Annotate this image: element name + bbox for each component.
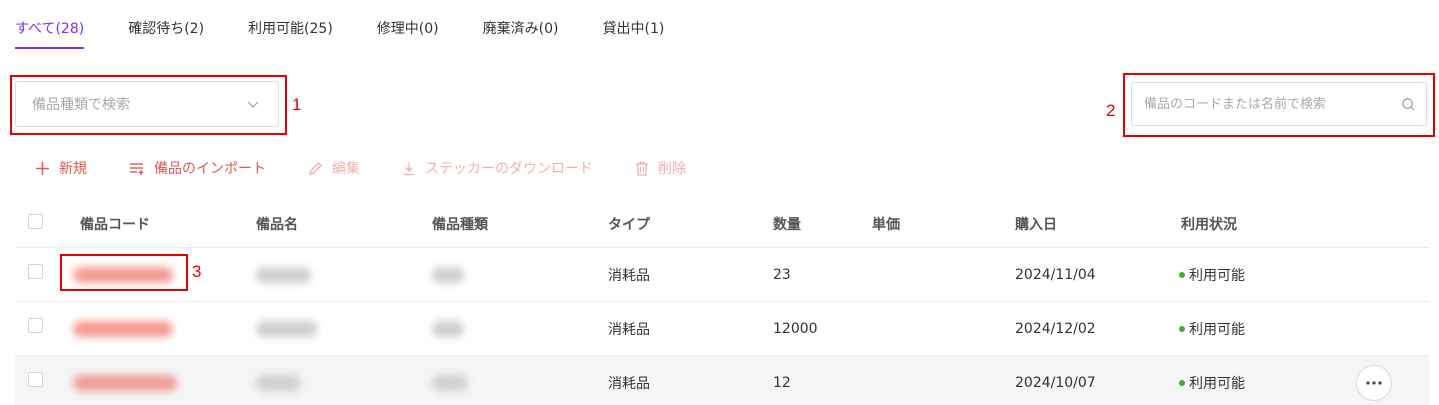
row-checkbox[interactable] <box>28 264 43 279</box>
type-cell: 消耗品 <box>608 321 650 338</box>
column-header-purchase-date[interactable]: 購入日 <box>1015 200 1057 247</box>
row-checkbox[interactable] <box>28 372 43 387</box>
quantity-cell: 12 <box>773 374 791 391</box>
tab-pending[interactable]: 確認待ち(2) <box>128 0 204 50</box>
purchase-date-cell: 2024/12/02 <box>1015 320 1096 337</box>
download-sticker-button-label: ステッカーのダウンロード <box>425 161 593 177</box>
column-header-code[interactable]: 備品コード <box>80 200 150 247</box>
annotation-label-2: 2 <box>1106 101 1116 120</box>
equipment-name-cell <box>256 302 318 355</box>
tab-available[interactable]: 利用可能(25) <box>248 0 333 50</box>
table-header: 備品コード 備品名 備品種類 タイプ 数量 単価 購入日 利用状況 <box>15 200 1429 248</box>
tab-repair[interactable]: 修理中(0) <box>377 0 439 50</box>
annotation-label-1: 1 <box>292 95 302 114</box>
column-header-status[interactable]: 利用状況 <box>1181 200 1237 247</box>
type-cell: 消耗品 <box>608 375 650 392</box>
annotation-box-1 <box>10 75 287 135</box>
list-import-icon <box>130 162 144 175</box>
status-dot-icon <box>1179 271 1185 278</box>
table-row[interactable]: 消耗品 23 2024/11/04 利用可能 <box>15 248 1429 302</box>
status-cell: 利用可能 <box>1179 302 1245 355</box>
delete-button[interactable]: 削除 <box>635 158 686 178</box>
equipment-code-cell[interactable] <box>73 356 177 405</box>
status-cell: 利用可能 <box>1179 356 1245 405</box>
download-icon <box>404 161 414 175</box>
column-header-name[interactable]: 備品名 <box>256 200 298 247</box>
equipment-code-cell[interactable] <box>73 302 173 355</box>
table-row[interactable]: 消耗品 12 2024/10/07 利用可能 <box>15 356 1429 405</box>
status-dot-icon <box>1179 379 1185 386</box>
more-icon <box>1366 381 1382 385</box>
annotation-box-2 <box>1123 73 1435 137</box>
tab-all[interactable]: すべて(28) <box>15 0 85 50</box>
trash-icon <box>636 161 648 176</box>
quantity-cell: 23 <box>773 266 791 283</box>
annotation-label-3: 3 <box>192 262 202 281</box>
new-button[interactable]: 新規 <box>35 158 87 178</box>
tab-disposed[interactable]: 廃棄済み(0) <box>483 0 559 50</box>
equipment-table: 備品コード 備品名 備品種類 タイプ 数量 単価 購入日 利用状況 消耗品 23… <box>15 200 1429 405</box>
plus-icon <box>36 161 49 175</box>
download-sticker-button[interactable]: ステッカーのダウンロード <box>402 158 593 178</box>
status-tabs: すべて(28) 確認待ち(2) 利用可能(25) 修理中(0) 廃棄済み(0) … <box>15 0 708 50</box>
status-label: 利用可能 <box>1189 321 1245 338</box>
select-all-checkbox[interactable] <box>28 214 43 229</box>
equipment-name-cell <box>256 248 311 301</box>
delete-button-label: 削除 <box>658 161 686 177</box>
status-label: 利用可能 <box>1189 375 1245 392</box>
equipment-category-cell <box>432 302 464 355</box>
pencil-icon <box>309 161 322 175</box>
purchase-date-cell: 2024/10/07 <box>1015 374 1096 391</box>
edit-button-label: 編集 <box>332 161 360 177</box>
column-header-unit-price[interactable]: 単価 <box>872 200 900 247</box>
status-dot-icon <box>1179 325 1185 332</box>
tab-lent[interactable]: 貸出中(1) <box>602 0 664 50</box>
status-label: 利用可能 <box>1189 267 1245 284</box>
column-header-category[interactable]: 備品種類 <box>432 200 488 247</box>
equipment-category-cell <box>432 356 468 405</box>
import-button[interactable]: 備品のインポート <box>129 158 266 178</box>
new-button-label: 新規 <box>59 161 87 177</box>
annotation-box-3 <box>60 254 188 291</box>
type-cell: 消耗品 <box>608 267 650 284</box>
column-header-quantity[interactable]: 数量 <box>773 200 801 247</box>
action-toolbar: 新規 備品のインポート 編集 ステッカーのダウンロード 削除 <box>35 155 728 181</box>
equipment-name-cell <box>256 356 301 405</box>
row-more-button[interactable] <box>1356 365 1392 401</box>
column-header-type[interactable]: タイプ <box>608 200 650 247</box>
row-checkbox[interactable] <box>28 318 43 333</box>
equipment-category-cell <box>432 248 464 301</box>
import-button-label: 備品のインポート <box>154 161 266 177</box>
edit-button[interactable]: 編集 <box>308 158 360 178</box>
purchase-date-cell: 2024/11/04 <box>1015 266 1096 283</box>
quantity-cell: 12000 <box>773 320 818 337</box>
status-cell: 利用可能 <box>1179 248 1245 301</box>
table-row[interactable]: 消耗品 12000 2024/12/02 利用可能 <box>15 302 1429 356</box>
